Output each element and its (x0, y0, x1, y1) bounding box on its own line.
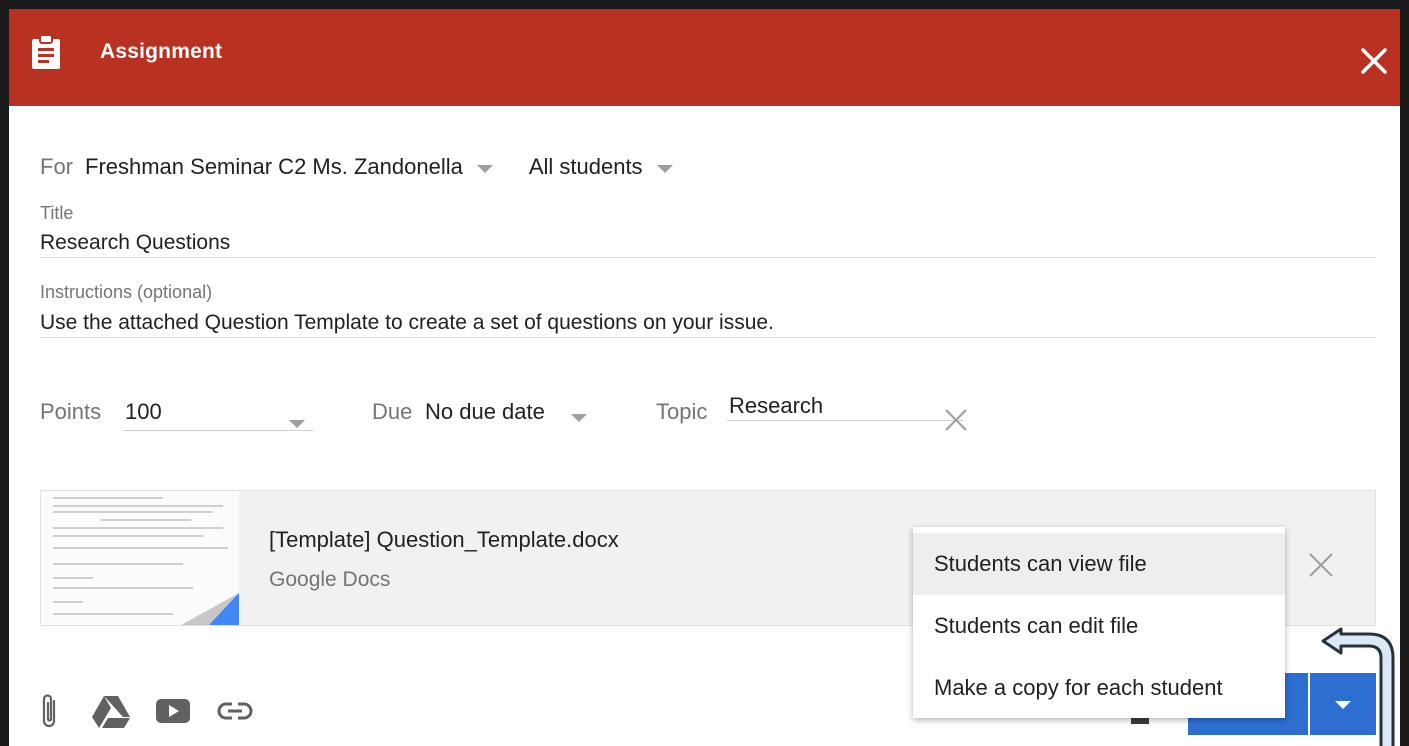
dialog-title: Assignment (100, 40, 223, 63)
paperclip-icon[interactable] (27, 691, 71, 731)
chevron-down-icon (476, 165, 493, 173)
topic-underline (727, 420, 963, 421)
attach-toolbar (27, 691, 275, 731)
remove-attachment-icon[interactable] (1307, 551, 1335, 579)
menu-item-edit[interactable]: Students can edit file (913, 595, 1285, 657)
points-label: Points (40, 399, 102, 424)
topic-input[interactable]: Research (729, 393, 823, 419)
class-name: Freshman Seminar C2 Ms. Zandonella (85, 154, 463, 179)
points-underline (123, 430, 313, 431)
title-input[interactable]: Research Questions (40, 231, 230, 255)
points-input[interactable]: 100 (125, 399, 162, 425)
assignment-dialog: Assignment For Freshman Seminar C2 Ms. Z… (0, 0, 1409, 746)
close-icon[interactable] (1358, 45, 1390, 77)
annotation-arrow-icon (1321, 627, 1395, 746)
instructions-label: Instructions (optional) (40, 282, 213, 302)
menu-item-view[interactable]: Students can view file (913, 533, 1285, 595)
menu-item-copy[interactable]: Make a copy for each student (913, 657, 1285, 719)
class-selector[interactable]: Freshman Seminar C2 Ms. Zandonella (85, 154, 493, 180)
file-thumbnail (41, 491, 239, 625)
due-label: Due (372, 399, 413, 424)
clear-topic-icon[interactable] (943, 407, 969, 433)
assignment-icon (32, 34, 60, 69)
due-selector[interactable]: No due date (425, 399, 545, 425)
dialog-header: Assignment (9, 9, 1400, 106)
instructions-underline (40, 337, 1376, 338)
points-chevron-down-icon[interactable] (289, 420, 305, 428)
for-label: For (40, 154, 73, 179)
docs-corner-icon (209, 593, 239, 625)
audience-selector[interactable]: All students (529, 154, 673, 180)
instructions-input[interactable]: Use the attached Question Template to cr… (40, 311, 774, 335)
google-drive-icon[interactable] (89, 691, 133, 731)
topic-label: Topic (656, 399, 708, 424)
youtube-icon[interactable] (151, 691, 195, 731)
share-options-menu: Students can view file Students can edit… (913, 527, 1285, 718)
title-underline (40, 257, 1376, 258)
audience-value: All students (528, 154, 643, 179)
for-row: For Freshman Seminar C2 Ms. Zandonella A… (40, 154, 673, 180)
title-label: Title (40, 203, 74, 223)
due-chevron-down-icon[interactable] (571, 414, 587, 422)
attachment-file-type: Google Docs (269, 568, 391, 591)
chevron-down-icon (656, 165, 673, 173)
attachment-file-name[interactable]: [Template] Question_Template.docx (269, 527, 619, 553)
link-icon[interactable] (213, 691, 257, 731)
